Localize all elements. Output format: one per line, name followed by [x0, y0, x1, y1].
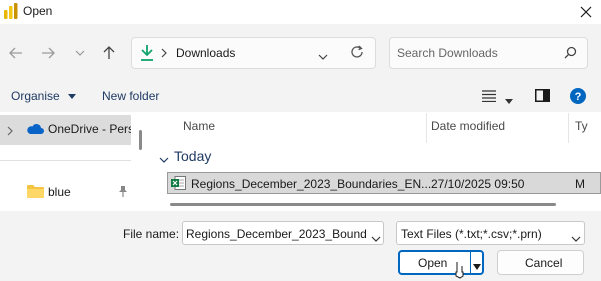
forward-button[interactable]	[36, 42, 60, 64]
expand-chevron-icon[interactable]	[7, 125, 13, 139]
arrow-up-icon	[103, 46, 115, 59]
excel-csv-icon	[171, 176, 186, 193]
file-name: Regions_December_2023_Boundaries_EN...	[191, 177, 432, 191]
up-button[interactable]	[97, 42, 121, 64]
address-dropdown-icon[interactable]	[318, 49, 328, 63]
file-type: M	[575, 177, 585, 191]
search-input[interactable]: Search Downloads	[397, 46, 498, 60]
recent-locations-button[interactable]	[68, 42, 92, 64]
list-view-icon	[482, 90, 496, 103]
file-name-dropdown-icon[interactable]	[371, 231, 381, 245]
sidebar-scrollbar[interactable]	[139, 130, 142, 150]
column-header-type[interactable]: Ty	[575, 119, 588, 133]
open-split-divider	[470, 252, 471, 273]
arrow-left-icon	[9, 47, 22, 59]
refresh-icon[interactable]	[350, 45, 364, 62]
organise-label: Organise	[11, 89, 60, 103]
column-header-name[interactable]: Name	[183, 119, 215, 133]
pin-icon	[118, 186, 128, 200]
help-icon[interactable]: ?	[570, 88, 586, 107]
file-name-value[interactable]: Regions_December_2023_Boundar	[186, 227, 366, 241]
file-type-value[interactable]: Text Files (*.txt;*.csv;*.prn)	[401, 227, 542, 241]
column-separator[interactable]	[426, 113, 427, 143]
svg-text:?: ?	[575, 91, 582, 103]
powerbi-app-icon	[4, 3, 18, 19]
chevron-down-icon	[75, 50, 85, 56]
file-type-dropdown-icon[interactable]	[571, 231, 581, 245]
group-collapse-icon[interactable]	[159, 152, 169, 166]
file-date-modified: 27/10/2025 09:50	[431, 177, 525, 191]
mouse-cursor-icon	[455, 261, 464, 281]
group-header-today: Today	[174, 148, 212, 164]
sidebar-item-label: OneDrive - Perso	[48, 122, 131, 136]
view-dropdown-icon[interactable]	[505, 93, 513, 107]
caret-down-icon	[68, 94, 77, 100]
search-icon	[564, 46, 577, 62]
sidebar-divider	[0, 160, 131, 161]
window-title: Open	[23, 4, 53, 18]
file-list-pane	[148, 112, 601, 211]
column-separator[interactable]	[568, 113, 569, 143]
close-button[interactable]	[570, 0, 601, 24]
open-dropdown-icon[interactable]	[473, 259, 481, 273]
address-text[interactable]: Downloads	[176, 46, 235, 60]
horizontal-scrollbar[interactable]	[170, 203, 556, 206]
arrow-right-icon	[42, 47, 55, 59]
column-header-date-modified[interactable]: Date modified	[431, 119, 505, 133]
new-folder-button[interactable]: New folder	[102, 89, 159, 103]
address-bar[interactable]	[131, 37, 376, 69]
cancel-button-label: Cancel	[525, 256, 563, 270]
download-icon	[139, 44, 155, 65]
back-button[interactable]	[4, 42, 28, 64]
open-button-label: Open	[418, 256, 448, 270]
view-options-button[interactable]	[482, 90, 496, 105]
preview-pane-icon[interactable]	[535, 89, 550, 105]
onedrive-cloud-icon	[26, 123, 44, 138]
organise-button[interactable]: Organise	[11, 89, 77, 103]
file-name-label: File name:	[123, 227, 180, 241]
sidebar-item-blue[interactable]: blue	[48, 185, 71, 199]
folder-icon	[27, 184, 44, 201]
chevron-right-icon	[161, 47, 167, 61]
title-bar	[0, 0, 601, 24]
close-icon	[580, 6, 591, 18]
